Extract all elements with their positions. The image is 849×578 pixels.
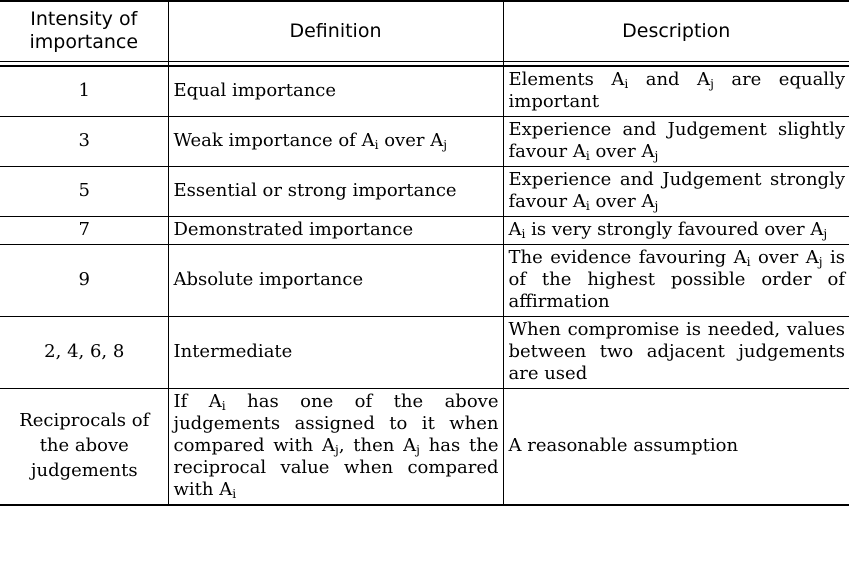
table-row: Reciprocals of the above judgements If Ai… xyxy=(0,388,849,506)
cell-intensity: 3 xyxy=(0,116,168,167)
cell-intensity: 7 xyxy=(0,216,168,245)
cell-definition: Equal importance xyxy=(167,65,503,117)
cell-intensity: 1 xyxy=(0,65,168,117)
table-row: 5 Essential or strong importance Experienc… xyxy=(0,166,849,217)
cell-intensity: 9 xyxy=(0,244,168,317)
table-body: 1 Equal importance Elements Ai and Aj are … xyxy=(0,61,849,506)
cell-description: Experience and Judgement strongly favour… xyxy=(502,166,849,217)
cell-definition: If Ai has one of the above judgements as… xyxy=(167,388,503,506)
column-header-description: Description xyxy=(502,0,849,62)
cell-description: A reasonable assumption xyxy=(502,388,849,506)
saaty-scale-table: Intensity of importance Definition Descr… xyxy=(0,0,849,506)
cell-intensity: 5 xyxy=(0,166,168,217)
table-row: 3 Weak importance of Ai over Aj Experience… xyxy=(0,116,849,167)
table-row: 1 Equal importance Elements Ai and Aj are … xyxy=(0,65,849,117)
cell-description: The evidence favouring Ai over Aj is of … xyxy=(502,244,849,317)
column-header-intensity: Intensity of importance xyxy=(0,0,168,62)
table-row: 9 Absolute importance The evidence favouri… xyxy=(0,244,849,317)
table-header: Intensity of importance Definition Descr… xyxy=(0,0,849,62)
cell-description: When compromise is needed, values betwee… xyxy=(502,316,849,389)
cell-definition: Intermediate xyxy=(167,316,503,389)
cell-description: Experience and Judgement slightly favour… xyxy=(502,116,849,167)
cell-definition: Demonstrated importance xyxy=(167,216,503,245)
cell-definition: Weak importance of Ai over Aj xyxy=(167,116,503,167)
cell-definition: Essential or strong importance xyxy=(167,166,503,217)
cell-intensity: Reciprocals of the above judgements xyxy=(0,388,168,506)
cell-definition: Absolute importance xyxy=(167,244,503,317)
header-row: Intensity of importance Definition Descr… xyxy=(0,0,849,62)
column-header-definition: Definition xyxy=(167,0,503,62)
cell-intensity: 2, 4, 6, 8 xyxy=(0,316,168,389)
table-row: 7 Demonstrated importance Ai is very stron… xyxy=(0,216,849,245)
cell-description: Elements Ai and Aj are equally important xyxy=(502,65,849,117)
cell-description: Ai is very strongly favoured over Aj xyxy=(502,216,849,245)
table-row: 2, 4, 6, 8 Intermediate When compromise is… xyxy=(0,316,849,389)
